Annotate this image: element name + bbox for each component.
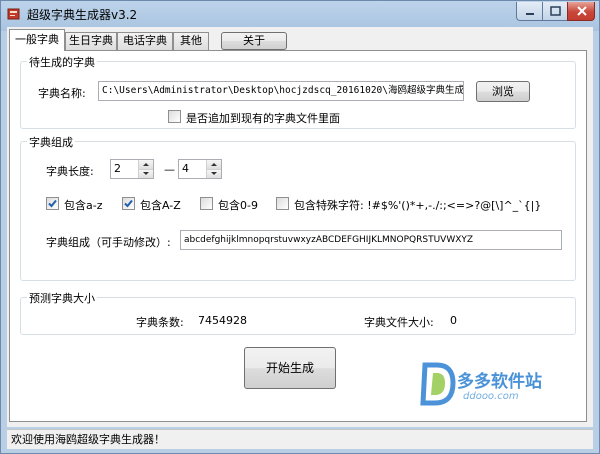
- append-checkbox[interactable]: [168, 110, 181, 123]
- include-uppercase-checkbox[interactable]: [122, 197, 135, 210]
- window-title: 超级字典生成器v3.2: [27, 8, 138, 22]
- close-button[interactable]: [567, 2, 595, 21]
- spin-down-icon: [211, 172, 217, 175]
- minimize-icon: [526, 13, 534, 15]
- spin-up-icon: [211, 163, 217, 166]
- checkmark-icon: [124, 199, 133, 208]
- length-dash: —: [164, 163, 175, 176]
- include-special-label: 包含特殊字符: !#$%'()*+,-./:;<=>?@[\]^_`{|}: [294, 199, 542, 212]
- include-digits-checkbox[interactable]: [200, 197, 213, 210]
- include-special-checkbox[interactable]: [276, 197, 289, 210]
- append-label: 是否追加到现有的字典文件里面: [186, 112, 340, 125]
- charset-input[interactable]: abcdefghijklmnopqrstuvwxyzABCDEFGHIJKLMN…: [180, 230, 562, 250]
- dict-name-label: 字典名称:: [38, 87, 86, 100]
- app-window: 超级字典生成器v3.2 一般字典 生日字典 电话字典 其他 关于 待生成的字典 …: [0, 0, 600, 454]
- spin-down-button[interactable]: [207, 169, 221, 178]
- tab-phone[interactable]: 电话字典: [117, 32, 173, 50]
- about-button[interactable]: 关于: [221, 32, 287, 50]
- ddooo-logo-icon: [420, 362, 456, 406]
- compose-group-title: 字典组成: [27, 134, 75, 150]
- length-max-value: 4: [182, 162, 189, 175]
- spin-up-button[interactable]: [139, 160, 153, 169]
- length-min-spinner[interactable]: 2: [110, 159, 154, 179]
- length-min-value: 2: [114, 162, 121, 175]
- start-generate-button[interactable]: 开始生成: [244, 347, 336, 389]
- spin-down-button[interactable]: [139, 169, 153, 178]
- spin-down-icon: [143, 172, 149, 175]
- watermark-brand: 多多软件站: [457, 372, 542, 392]
- count-label: 字典条数:: [136, 316, 184, 329]
- predict-group: 预测字典大小: [20, 290, 576, 335]
- dict-name-input[interactable]: C:\Users\Administrator\Desktop\hocjzdscq…: [98, 81, 464, 101]
- include-digits-label: 包含0-9: [218, 199, 258, 212]
- browse-button[interactable]: 浏览: [476, 81, 530, 102]
- checkmark-icon: [48, 199, 57, 208]
- include-lowercase-checkbox[interactable]: [46, 197, 59, 210]
- count-value: 7454928: [198, 314, 247, 327]
- minimize-button[interactable]: [516, 2, 542, 21]
- include-lowercase-label: 包含a-z: [64, 199, 103, 212]
- watermark-url: ddooo.com: [463, 391, 519, 402]
- file-size-label: 字典文件大小:: [364, 316, 434, 329]
- file-size-value: 0: [450, 314, 457, 327]
- spin-up-button[interactable]: [207, 160, 221, 169]
- predict-group-title: 预测字典大小: [27, 290, 97, 306]
- tab-birthday[interactable]: 生日字典: [65, 32, 117, 50]
- tab-other[interactable]: 其他: [173, 32, 209, 50]
- watermark-logo: 多多软件站 ddooo.com: [419, 359, 569, 409]
- status-bar: 欢迎使用海鸥超级字典生成器！: [7, 429, 593, 449]
- maximize-icon: [550, 6, 561, 16]
- length-label: 字典长度:: [46, 165, 94, 178]
- source-group-title: 待生成的字典: [27, 54, 97, 70]
- charset-label: 字典组成（可手动修改）:: [46, 236, 171, 249]
- app-book-icon: [7, 8, 20, 20]
- include-uppercase-label: 包含A-Z: [140, 199, 181, 212]
- length-max-spinner[interactable]: 4: [178, 159, 222, 179]
- maximize-button[interactable]: [542, 2, 567, 21]
- tab-general[interactable]: 一般字典: [9, 29, 65, 51]
- close-icon: [577, 6, 587, 16]
- spin-up-icon: [143, 163, 149, 166]
- title-bar[interactable]: 超级字典生成器v3.2: [1, 1, 599, 27]
